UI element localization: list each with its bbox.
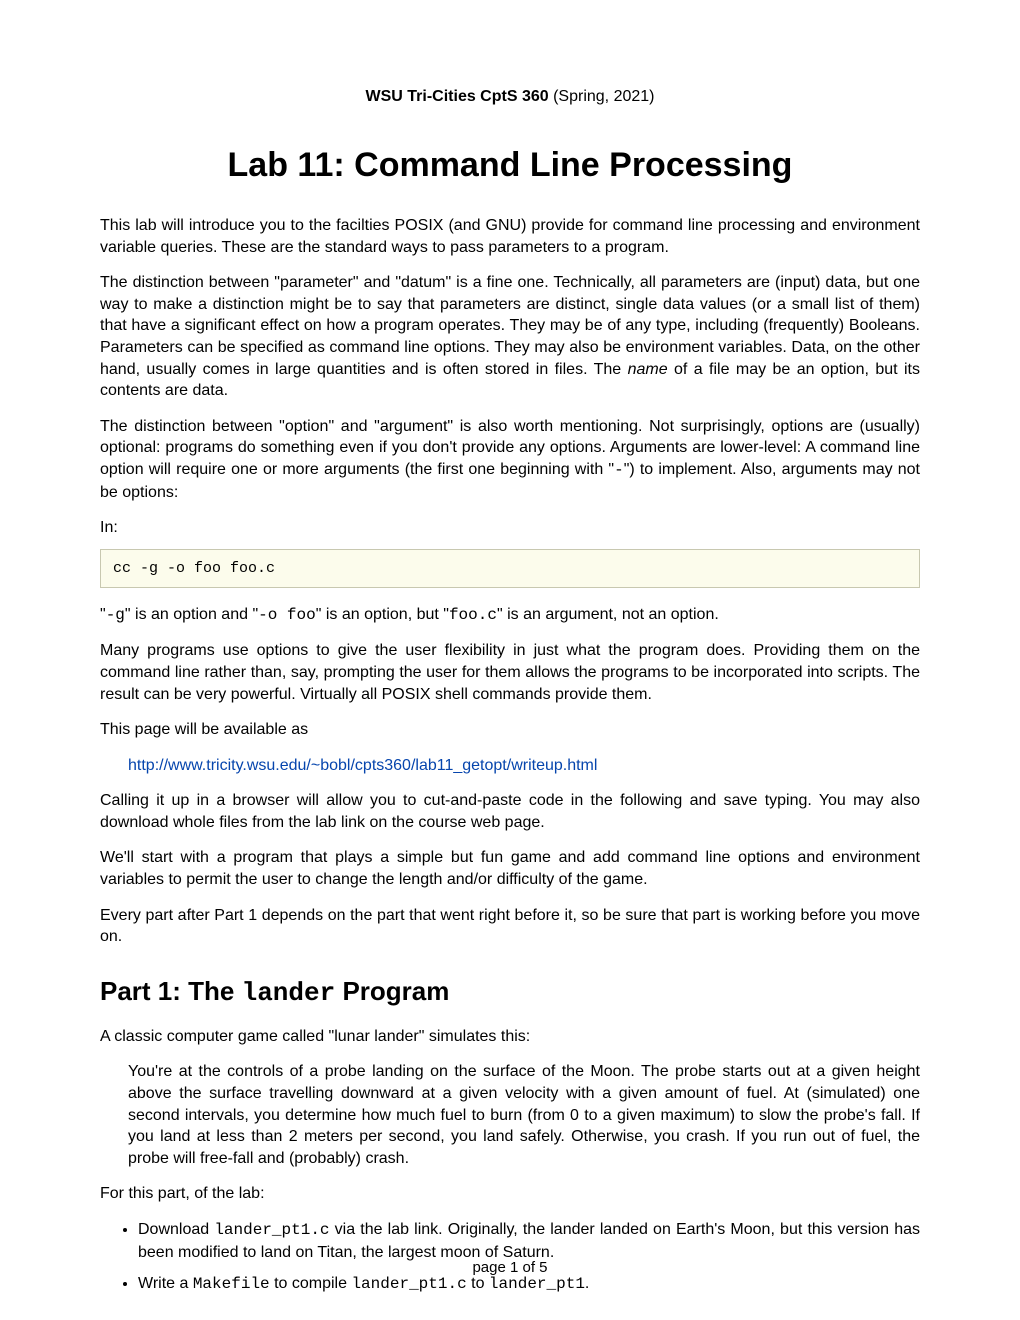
body-paragraph: Every part after Part 1 depends on the p…: [100, 905, 920, 948]
body-paragraph: For this part, of the lab:: [100, 1183, 920, 1205]
body-paragraph: We'll start with a program that plays a …: [100, 847, 920, 890]
body-paragraph: Many programs use options to give the us…: [100, 640, 920, 705]
text: to: [467, 1275, 489, 1292]
code-block: cc -g -o foo foo.c: [100, 549, 920, 588]
text: " is an option and ": [125, 606, 258, 623]
inline-code: lander: [242, 978, 336, 1008]
inline-code: -o foo: [258, 606, 316, 624]
text: Write a: [138, 1275, 193, 1292]
intro-paragraph: This lab will introduce you to the facil…: [100, 215, 920, 258]
page-number: page 1 of 5: [0, 1259, 1020, 1276]
list-item: Download lander_pt1.c via the lab link. …: [138, 1219, 920, 1263]
course-code: WSU Tri-Cities CptS 360: [366, 88, 549, 105]
text: Download: [138, 1221, 214, 1238]
text: .: [585, 1275, 589, 1292]
inline-code: Makefile: [193, 1275, 270, 1293]
inline-code: lander_pt1.c: [351, 1275, 466, 1293]
text: " is an argument, not an option.: [497, 606, 719, 623]
inline-code: foo.c: [449, 606, 497, 624]
list-item: Write a Makefile to compile lander_pt1.c…: [138, 1273, 920, 1296]
body-paragraph: The distinction between "option" and "ar…: [100, 416, 920, 503]
page: WSU Tri-Cities CptS 360 (Spring, 2021) L…: [0, 0, 1020, 1320]
text: to compile: [270, 1275, 352, 1292]
body-paragraph: Calling it up in a browser will allow yo…: [100, 790, 920, 833]
text: " is an option, but ": [316, 606, 449, 623]
course-term: (Spring, 2021): [549, 88, 655, 105]
body-paragraph: A classic computer game called "lunar la…: [100, 1026, 920, 1048]
course-header: WSU Tri-Cities CptS 360 (Spring, 2021): [100, 88, 920, 106]
body-paragraph: This page will be available as: [100, 719, 920, 741]
link-paragraph: http://www.tricity.wsu.edu/~bobl/cpts360…: [128, 755, 920, 777]
inline-code: lander_pt1: [489, 1275, 585, 1293]
task-list: Download lander_pt1.c via the lab link. …: [118, 1219, 920, 1296]
page-title: Lab 11: Command Line Processing: [100, 146, 920, 185]
label-in: In:: [100, 517, 920, 539]
section-heading: Part 1: The lander Program: [100, 976, 920, 1008]
text: Program: [335, 976, 449, 1006]
body-paragraph: "-g" is an option and "-o foo" is an opt…: [100, 604, 920, 627]
writeup-link[interactable]: http://www.tricity.wsu.edu/~bobl/cpts360…: [128, 757, 597, 774]
blockquote: You're at the controls of a probe landin…: [128, 1061, 920, 1169]
body-paragraph: The distinction between "parameter" and …: [100, 272, 920, 402]
emphasis: name: [628, 361, 668, 378]
inline-code: -g: [106, 606, 125, 624]
inline-code: -: [614, 461, 624, 479]
text: Part 1: The: [100, 976, 242, 1006]
inline-code: lander_pt1.c: [214, 1221, 329, 1239]
